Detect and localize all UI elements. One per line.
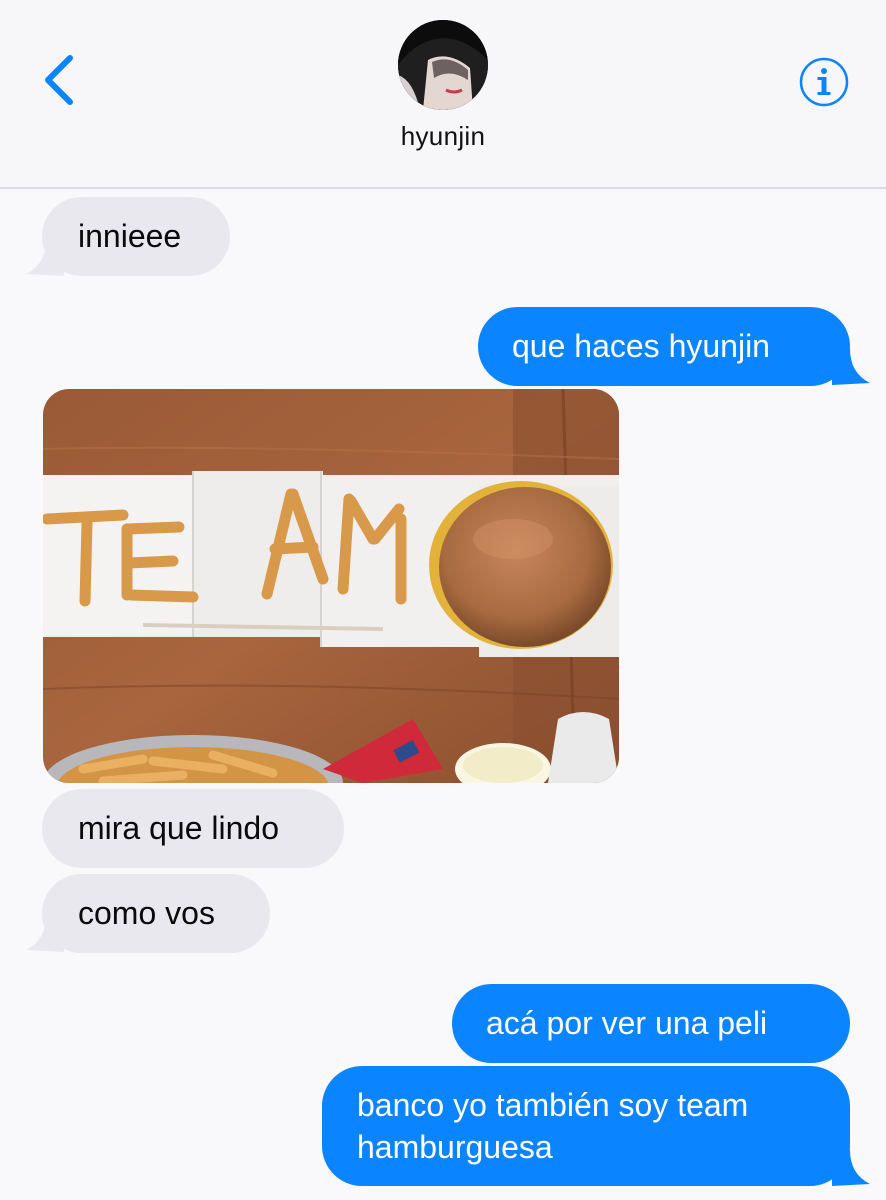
message-bubble-sent[interactable]: que haces hyunjin [478, 307, 850, 386]
messages-screen: hyunjin innieee que haces hyunjin mira q… [0, 0, 886, 1200]
chevron-left-icon [45, 55, 73, 105]
info-button[interactable] [798, 56, 850, 108]
avatar[interactable] [398, 20, 488, 110]
message-bubble-received[interactable]: mira que lindo [42, 789, 344, 868]
food-photo [43, 389, 619, 783]
message-bubble-received[interactable]: como vos [42, 874, 270, 953]
message-text: mira que lindo [78, 810, 279, 846]
message-bubble-sent[interactable]: acá por ver una peli [452, 984, 850, 1063]
contact-name[interactable]: hyunjin [343, 121, 543, 152]
message-text: innieee [78, 218, 182, 254]
message-text: que haces hyunjin [512, 328, 770, 364]
message-text-line: banco yo también soy team [357, 1087, 749, 1123]
back-button[interactable] [36, 48, 86, 112]
message-bubble-received[interactable]: innieee [42, 197, 230, 276]
conversation-header: hyunjin [0, 0, 886, 189]
message-image[interactable] [43, 389, 619, 783]
message-text: como vos [78, 895, 215, 931]
contact-photo [398, 20, 488, 110]
message-text-line: hamburguesa [357, 1129, 553, 1165]
message-text: acá por ver una peli [486, 1005, 768, 1041]
message-bubble-sent[interactable]: banco yo también soy team hamburguesa [322, 1066, 850, 1186]
info-circle-icon [799, 57, 849, 107]
